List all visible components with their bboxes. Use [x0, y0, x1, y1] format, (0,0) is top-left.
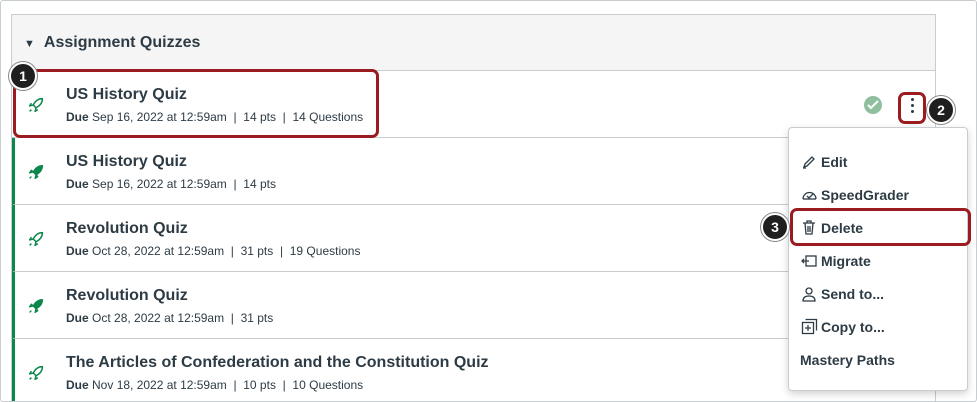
- quiz-title[interactable]: US History Quiz: [66, 153, 187, 171]
- points: 31 pts: [240, 244, 274, 258]
- quiz-title[interactable]: Revolution Quiz: [66, 220, 188, 238]
- separator: |: [230, 244, 234, 258]
- menu-item-label: Migrate: [821, 252, 871, 269]
- highlight-quiz-row: [13, 69, 379, 138]
- separator: |: [282, 378, 286, 392]
- menu-item-send-to[interactable]: Send to...: [789, 277, 967, 310]
- question-count: 10 Questions: [292, 378, 364, 392]
- menu-item-label: SpeedGrader: [821, 186, 909, 203]
- quiz-meta: Due Sep 16, 2022 at 12:59am | 14 pts: [66, 177, 276, 191]
- quiz-meta: Due Oct 28, 2022 at 12:59am | 31 pts: [66, 311, 273, 325]
- callout-badge-1: 1: [9, 62, 37, 90]
- separator: |: [230, 311, 234, 325]
- separator: |: [233, 177, 237, 191]
- due-date: Oct 28, 2022 at 12:59am: [92, 311, 225, 325]
- copy-icon: [800, 318, 818, 336]
- caret-down-icon[interactable]: ▼: [24, 38, 35, 50]
- due-label: Due: [66, 311, 89, 325]
- points: 14 pts: [243, 177, 276, 191]
- rocket-outline-icon: [28, 231, 44, 247]
- migrate-icon: [800, 252, 818, 270]
- group-title: Assignment Quizzes: [43, 33, 201, 51]
- menu-item-label: Send to...: [821, 285, 884, 302]
- menu-item-edit[interactable]: Edit: [789, 145, 967, 178]
- user-icon: [800, 285, 818, 303]
- quiz-meta: Due Nov 18, 2022 at 12:59am | 10 pts | 1…: [66, 378, 363, 392]
- publish-check-icon[interactable]: [864, 96, 882, 114]
- quiz-list-frame: ▼ Assignment Quizzes US History Quiz Due…: [0, 0, 977, 402]
- points: 10 pts: [243, 378, 276, 392]
- rocket-filled-icon: [28, 164, 44, 180]
- due-date: Sep 16, 2022 at 12:59am: [92, 177, 227, 191]
- due-label: Due: [66, 244, 89, 258]
- due-date: Nov 18, 2022 at 12:59am: [92, 378, 227, 392]
- callout-badge-3: 3: [761, 213, 789, 241]
- due-date: Oct 28, 2022 at 12:59am: [92, 244, 225, 258]
- separator: |: [279, 244, 284, 258]
- menu-item-label: Mastery Paths: [800, 351, 895, 368]
- quiz-title[interactable]: Revolution Quiz: [66, 287, 188, 305]
- quiz-title[interactable]: The Articles of Confederation and the Co…: [66, 354, 489, 372]
- due-label: Due: [66, 378, 89, 392]
- callout-badge-2: 2: [927, 96, 955, 124]
- menu-item-migrate[interactable]: Migrate: [789, 244, 967, 277]
- separator: |: [233, 378, 237, 392]
- menu-item-speedgrader[interactable]: SpeedGrader: [789, 178, 967, 211]
- group-header[interactable]: ▼ Assignment Quizzes: [12, 15, 935, 71]
- menu-item-label: Edit: [821, 153, 848, 170]
- rocket-filled-icon: [28, 298, 44, 314]
- question-count: 19 Questions: [289, 244, 361, 258]
- menu-item-mastery-paths[interactable]: Mastery Paths: [789, 343, 967, 376]
- due-label: Due: [66, 177, 89, 191]
- quiz-options-menu: Edit SpeedGrader Delete Migrate Send to.…: [788, 127, 968, 391]
- quiz-meta: Due Oct 28, 2022 at 12:59am | 31 pts | 1…: [66, 244, 360, 258]
- points: 31 pts: [240, 311, 274, 325]
- pencil-icon: [800, 153, 818, 171]
- speedgrader-icon: [800, 186, 818, 204]
- rocket-outline-icon: [28, 365, 44, 381]
- highlight-delete-item: [790, 208, 971, 246]
- menu-item-label: Copy to...: [821, 318, 885, 335]
- highlight-options-button: [898, 92, 926, 124]
- menu-item-copy-to[interactable]: Copy to...: [789, 310, 967, 343]
